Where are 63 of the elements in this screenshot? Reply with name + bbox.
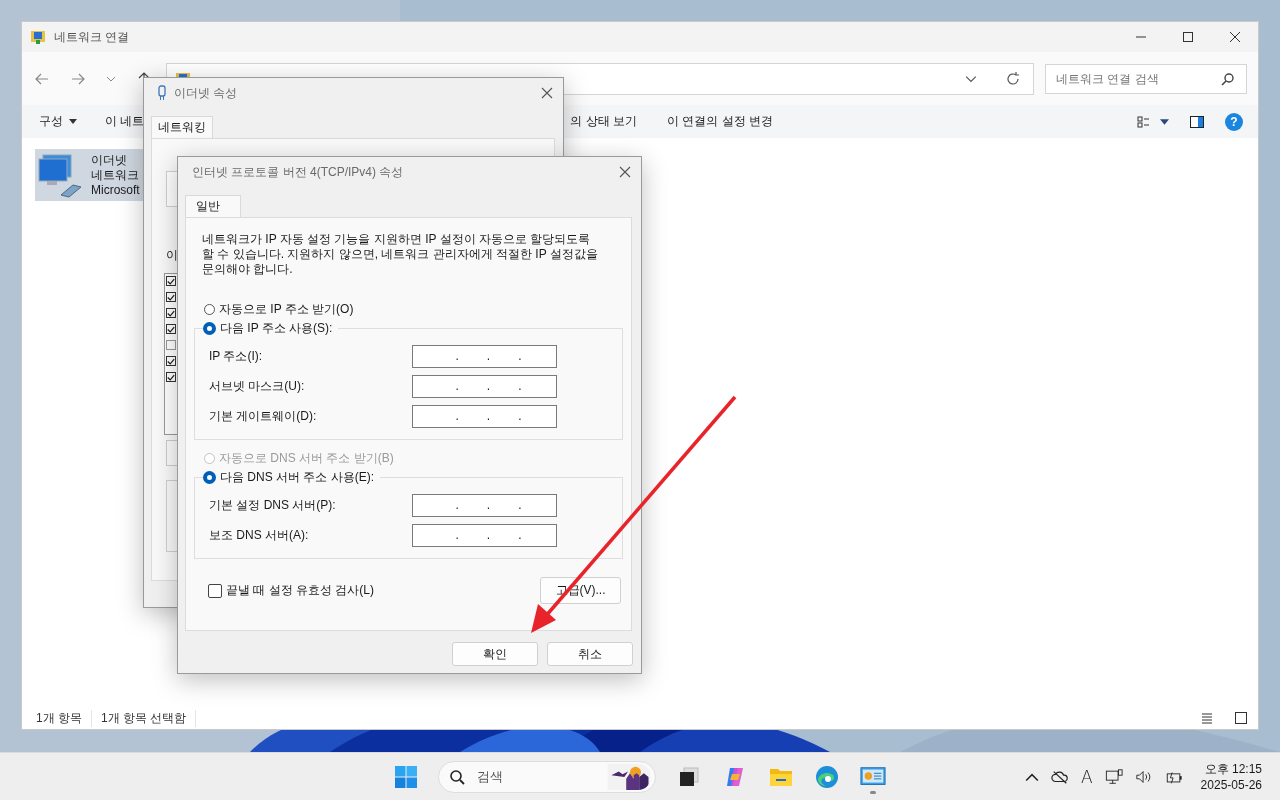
clock-time[interactable]: 오후 12:15 <box>1204 760 1262 777</box>
network-folder-icon <box>30 29 46 45</box>
taskbar-search-field[interactable]: 검색 <box>438 760 656 793</box>
ip-address-field[interactable]: . . . <box>412 523 557 547</box>
tab[interactable]: 일반 <box>185 195 241 217</box>
toolbar-button[interactable]: 의 상태 보기 <box>562 109 645 134</box>
windows-start-icon[interactable] <box>394 764 418 789</box>
checkbox[interactable] <box>166 324 176 334</box>
close-icon[interactable] <box>619 166 631 178</box>
help-button[interactable]: ? <box>1225 112 1243 131</box>
toolbar-button[interactable]: 구성 <box>31 109 85 134</box>
tiles-view-icon[interactable] <box>1234 711 1248 725</box>
cancel-button[interactable]: 취소 <box>547 642 633 666</box>
checkbox[interactable] <box>166 356 176 366</box>
details-view-icon[interactable] <box>1200 711 1214 725</box>
adapter-label: 네트워크 <box>91 167 139 183</box>
caret-icon[interactable] <box>1160 118 1169 125</box>
checkbox[interactable] <box>166 308 176 318</box>
description-text: 네트워크가 IP 자동 설정 기능을 지원하면 IP 설정이 자동으로 할당되도록 할 수 있습니다. 지원하지 않으면, 네트워크 관리자에게 적절한 IP 설정값을 문의해야 합니다. <box>202 232 599 277</box>
adapter-label: 이더넷 <box>91 152 127 168</box>
radio-option[interactable]: 다음 IP 주소 사용(S): <box>203 320 333 337</box>
checkbox[interactable] <box>166 276 176 286</box>
refresh-icon[interactable] <box>1005 70 1021 87</box>
validate-checkbox[interactable]: 끝낼 때 설정 유효성 검사(L) <box>208 582 540 599</box>
field-label: IP 주소(I): <box>209 347 264 365</box>
window-title: 네트워크 연결 <box>54 28 130 46</box>
ip-address-field[interactable]: . . . <box>412 374 557 398</box>
network-adapter-item[interactable]: 이더넷 네트워크 Microsoft <box>35 149 145 201</box>
close-icon[interactable] <box>541 87 553 99</box>
dialog-title: 인터넷 프로토콜 버전 4(TCP/IPv4) 속성 <box>192 163 404 181</box>
chevron-down-icon[interactable] <box>106 75 116 82</box>
radio-option[interactable]: 다음 DNS 서버 주소 사용(E): <box>203 469 374 486</box>
search-icon <box>1221 71 1235 86</box>
clock-date[interactable]: 2025-05-26 <box>1200 776 1262 793</box>
radio-option[interactable]: 자동으로 IP 주소 받기(O) <box>204 301 623 318</box>
field-label: 기본 게이트웨이(D): <box>209 407 318 425</box>
search-icon <box>449 768 465 785</box>
adapter-label: Microsoft <box>91 182 140 198</box>
checkbox[interactable] <box>166 292 176 302</box>
field-label: 서브넷 마스크(U): <box>209 377 306 395</box>
toolbar-button[interactable]: 이 연결의 설정 변경 <box>659 109 782 134</box>
status-text: 1개 항목 <box>36 709 92 727</box>
input-method-indicator[interactable]: A <box>1080 766 1093 787</box>
tab[interactable]: 네트워킹 <box>151 116 213 138</box>
search-placeholder: 검색 <box>477 767 503 786</box>
preview-pane-icon[interactable] <box>1189 113 1205 130</box>
chevron-down-icon[interactable] <box>965 74 977 83</box>
ip-address-field[interactable]: . . . <box>412 344 557 368</box>
status-text: 1개 항목 선택함 <box>101 709 197 727</box>
close-icon <box>1229 32 1240 42</box>
view-options-icon[interactable] <box>1136 113 1152 130</box>
maximize-icon <box>1182 32 1193 42</box>
checkbox[interactable] <box>166 372 176 382</box>
search-field[interactable]: 네트워크 연결 검색 <box>1045 63 1247 94</box>
ip-address-field[interactable]: . . . <box>412 404 557 428</box>
dialog-title: 이더넷 속성 <box>174 84 238 102</box>
items-label: 이 <box>166 247 178 264</box>
ok-button[interactable]: 확인 <box>452 642 538 666</box>
network-icon[interactable] <box>1104 767 1123 786</box>
field-label: 보조 DNS 서버(A): <box>209 526 310 544</box>
field-label: 기본 설정 DNS 서버(P): <box>209 496 337 514</box>
ip-address-field[interactable]: . . . <box>412 493 557 517</box>
checkbox[interactable] <box>166 340 176 350</box>
